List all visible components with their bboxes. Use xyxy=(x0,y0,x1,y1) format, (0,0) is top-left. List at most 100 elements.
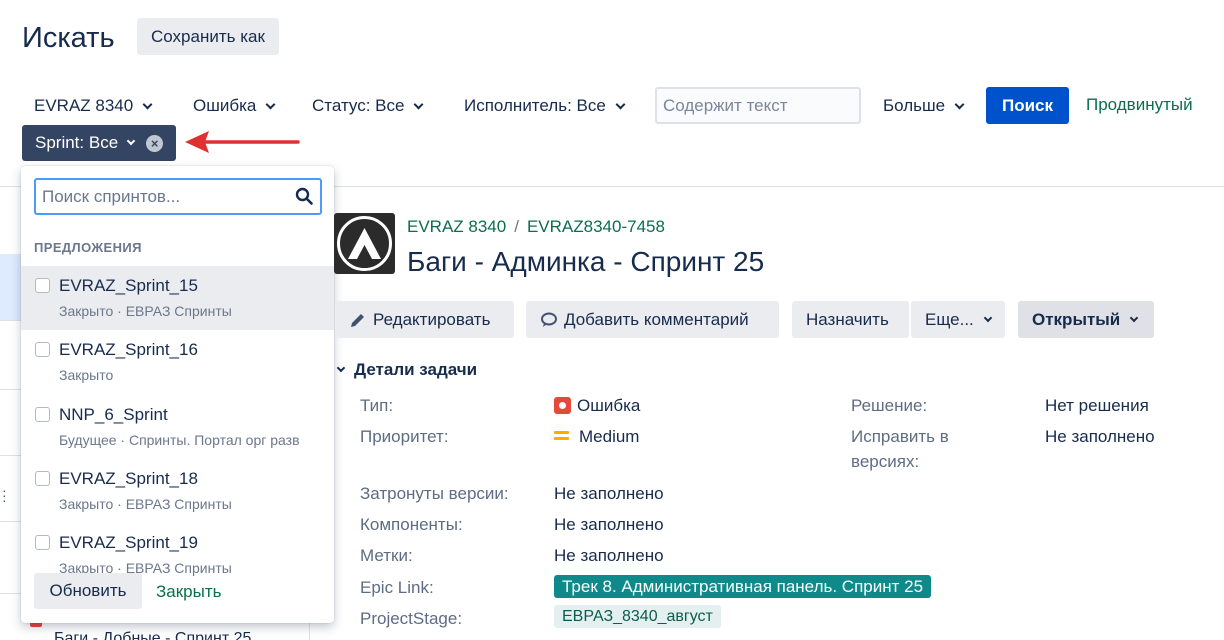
chevron-down-icon xyxy=(126,136,136,146)
details-title: Детали задачи xyxy=(354,360,478,379)
priority-value-text: Medium xyxy=(579,427,640,446)
more-actions-button[interactable]: Еще... xyxy=(911,301,1005,338)
project-stage-badge[interactable]: ЕВРАЗ_8340_август xyxy=(554,605,721,628)
breadcrumb-project-link[interactable]: EVRAZ 8340 xyxy=(407,217,506,237)
chevron-down-icon xyxy=(414,99,424,109)
add-comment-button[interactable]: Добавить комментарий xyxy=(526,301,779,338)
project-logo-icon xyxy=(337,216,392,271)
chevron-down-icon xyxy=(142,99,153,109)
type-label: Тип: xyxy=(360,396,394,415)
sprint-option-name: EVRAZ_Sprint_18 xyxy=(59,469,198,488)
search-button[interactable]: Поиск xyxy=(986,87,1069,124)
project-stage-label: ProjectStage: xyxy=(360,609,463,628)
selected-list-row[interactable] xyxy=(0,254,22,320)
sprint-filter-chip[interactable]: Sprint: Все × xyxy=(22,125,176,161)
suggestions-title: ПРЕДЛОЖЕНИЯ xyxy=(34,240,142,255)
sprint-option-name: EVRAZ_Sprint_19 xyxy=(59,533,198,552)
sprint-chip-label: Sprint: Все xyxy=(35,133,119,152)
affects-versions-label: Затронуты версии: xyxy=(360,484,509,503)
comment-icon xyxy=(541,312,557,327)
list-divider xyxy=(0,593,22,594)
assign-button[interactable]: Назначить xyxy=(792,301,909,338)
breadcrumb: EVRAZ 8340 / EVRAZ8340-7458 xyxy=(407,217,665,237)
epic-link-badge[interactable]: Трек 8. Административная панель. Спринт … xyxy=(554,575,932,598)
close-link[interactable]: Закрыть xyxy=(156,582,221,602)
components-label: Компоненты: xyxy=(360,515,463,534)
status-label: Открытый xyxy=(1032,309,1121,329)
assign-label: Назначить xyxy=(806,309,889,329)
status-filter-label: Статус: Все xyxy=(312,96,405,115)
contains-text-input[interactable] xyxy=(655,87,861,124)
assignee-filter[interactable]: Исполнитель: Все xyxy=(464,88,626,124)
project-avatar[interactable] xyxy=(334,213,395,274)
more-actions-label: Еще... xyxy=(925,309,974,329)
type-filter[interactable]: Ошибка xyxy=(193,88,276,124)
status-button[interactable]: Открытый xyxy=(1018,301,1154,338)
breadcrumb-issue-key-link[interactable]: EVRAZ8340-7458 xyxy=(527,217,665,237)
sprint-option[interactable]: EVRAZ_Sprint_18 Закрыто · ЕВРАЗ Спринты xyxy=(21,459,334,523)
chevron-down-icon xyxy=(265,99,276,109)
priority-label: Приоритет: xyxy=(360,427,449,446)
update-button[interactable]: Обновить xyxy=(34,573,142,609)
fix-versions-value: Не заполнено xyxy=(1045,427,1155,446)
sprint-search-input[interactable] xyxy=(34,178,322,215)
list-divider xyxy=(0,521,22,522)
checkbox[interactable] xyxy=(35,407,50,422)
status-filter[interactable]: Статус: Все xyxy=(312,88,424,124)
list-divider xyxy=(0,455,22,456)
add-comment-label: Добавить комментарий xyxy=(564,309,749,329)
chevron-down-icon xyxy=(615,99,626,109)
drag-handle-icon[interactable]: · · · xyxy=(2,483,7,507)
list-item[interactable]: Баги - Добные - Спринт 25 xyxy=(54,630,251,640)
issue-title: Баги - Админка - Спринт 25 xyxy=(407,246,765,277)
list-divider xyxy=(0,389,22,390)
epic-link-label: Epic Link: xyxy=(360,578,434,597)
list-divider xyxy=(0,320,22,321)
sprint-option-name: EVRAZ_Sprint_15 xyxy=(59,276,198,295)
type-filter-label: Ошибка xyxy=(193,96,257,115)
save-as-button[interactable]: Сохранить как xyxy=(137,18,279,55)
checkbox[interactable] xyxy=(35,535,50,550)
project-filter[interactable]: EVRAZ 8340 xyxy=(34,88,153,124)
red-arrow-annotation xyxy=(185,131,300,153)
checkbox[interactable] xyxy=(35,342,50,357)
labels-label: Метки: xyxy=(360,546,413,565)
type-value-text: Ошибка xyxy=(577,396,641,415)
more-filter[interactable]: Больше xyxy=(883,88,965,124)
sprint-option[interactable]: EVRAZ_Sprint_16 Закрыто xyxy=(21,330,334,394)
fix-versions-label-line2: версиях: xyxy=(851,452,920,471)
bug-icon xyxy=(554,397,571,414)
search-icon xyxy=(295,187,313,205)
chevron-down-icon xyxy=(336,363,346,372)
chevron-down-icon xyxy=(954,99,965,109)
more-filter-label: Больше xyxy=(883,96,946,115)
edit-button[interactable]: Редактировать xyxy=(335,301,514,338)
sprint-option-sub: Закрыто · ЕВРАЗ Спринты xyxy=(59,303,232,319)
edit-button-label: Редактировать xyxy=(373,309,491,329)
checkbox[interactable] xyxy=(35,278,50,293)
sprint-dropdown: ПРЕДЛОЖЕНИЯ EVRAZ_Sprint_15 Закрыто · ЕВ… xyxy=(21,166,334,623)
type-value: Ошибка xyxy=(554,396,640,416)
chevron-down-icon xyxy=(983,313,993,322)
page-title: Искать xyxy=(22,22,115,54)
project-filter-label: EVRAZ 8340 xyxy=(34,96,134,115)
sprint-option[interactable]: EVRAZ_Sprint_15 Закрыто · ЕВРАЗ Спринты xyxy=(21,266,334,330)
pencil-icon xyxy=(351,313,364,327)
sprint-option[interactable]: NNP_6_Sprint Будущее · Спринты. Портал о… xyxy=(21,395,334,459)
clear-icon[interactable]: × xyxy=(146,134,164,152)
resolution-value: Нет решения xyxy=(1045,396,1149,415)
details-section-toggle[interactable]: Детали задачи xyxy=(335,360,477,380)
sprint-option-name: NNP_6_Sprint xyxy=(59,405,168,424)
assignee-filter-label: Исполнитель: Все xyxy=(464,96,606,115)
sprint-option-name: EVRAZ_Sprint_16 xyxy=(59,340,198,359)
priority-value: Medium xyxy=(554,427,639,447)
sprint-option-sub: Закрыто xyxy=(59,367,114,383)
breadcrumb-separator: / xyxy=(514,217,519,236)
chevron-down-icon xyxy=(1130,313,1139,322)
advanced-link[interactable]: Продвинутый xyxy=(1086,95,1193,115)
checkbox[interactable] xyxy=(35,471,50,486)
sprint-option-sub: Будущее · Спринты. Портал орг разв xyxy=(59,432,300,448)
affects-versions-value: Не заполнено xyxy=(554,484,664,503)
labels-value: Не заполнено xyxy=(554,546,664,565)
components-value: Не заполнено xyxy=(554,515,664,534)
